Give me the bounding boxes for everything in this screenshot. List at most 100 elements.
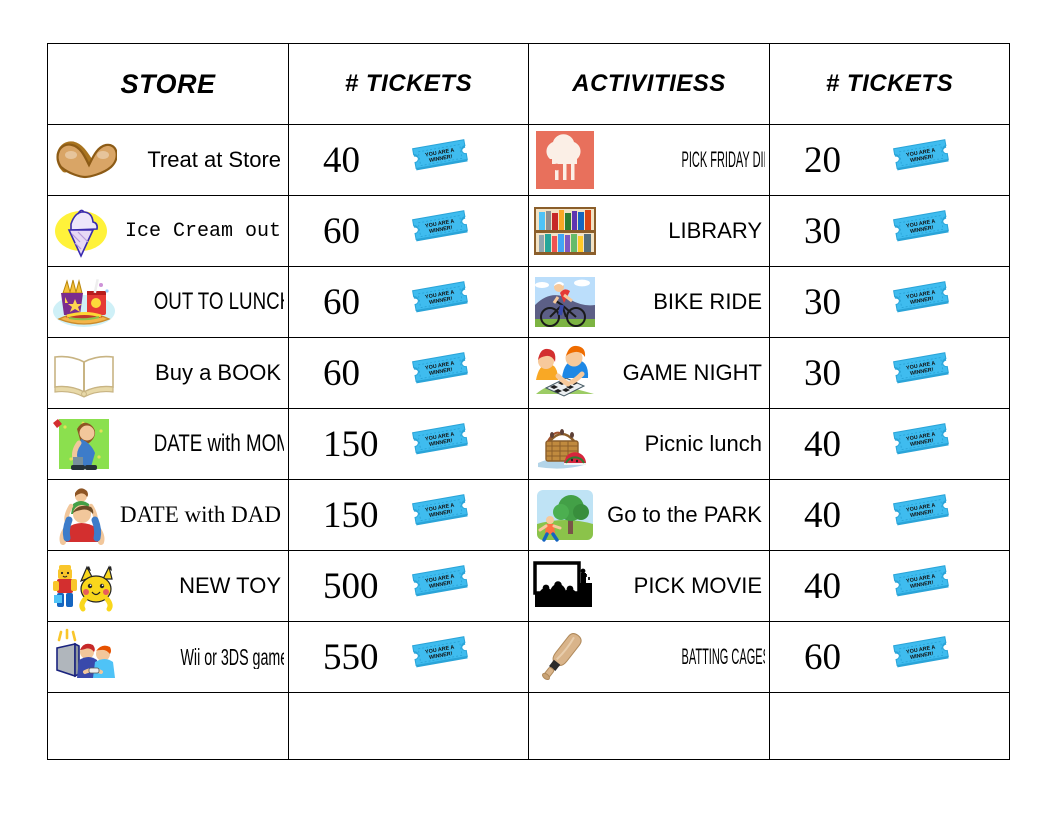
store-cell[interactable]: DATE with MOM bbox=[47, 408, 289, 480]
winner-ticket-icon: YOU ARE A WINNER! bbox=[407, 207, 475, 255]
activity-ticket-count: 30 bbox=[804, 352, 841, 394]
winner-ticket-icon: YOU ARE A WINNER! bbox=[407, 420, 475, 468]
store-item-label: DATE with DAD bbox=[120, 502, 281, 527]
winner-ticket-icon: YOU ARE A WINNER! bbox=[407, 491, 475, 539]
table-row: NEW TOY 500 YOU ARE A WINNER! PICK MOVIE… bbox=[47, 550, 1010, 622]
header-store-tickets-label: # TICKETS bbox=[344, 70, 473, 97]
video-game-console-icon bbox=[51, 626, 117, 688]
header-activities-tickets: # TICKETS bbox=[769, 43, 1010, 125]
activity-tickets-cell[interactable]: 30 YOU ARE A WINNER! bbox=[769, 266, 1010, 338]
store-item-label: NEW TOY bbox=[179, 574, 281, 598]
store-ticket-count: 60 bbox=[323, 281, 360, 323]
store-tickets-cell[interactable]: 40 YOU ARE A WINNER! bbox=[288, 124, 529, 196]
empty-store-tickets-cell[interactable] bbox=[288, 692, 529, 760]
activity-item-label: Go to the PARK bbox=[607, 503, 762, 527]
activity-ticket-count: 40 bbox=[804, 565, 841, 607]
activity-cell[interactable]: BIKE RIDE bbox=[528, 266, 770, 338]
winner-ticket-icon: YOU ARE A WINNER! bbox=[888, 349, 956, 397]
open-book-icon bbox=[51, 342, 117, 404]
winner-ticket-icon: YOU ARE A WINNER! bbox=[407, 136, 475, 184]
store-tickets-cell[interactable]: 150 YOU ARE A WINNER! bbox=[288, 408, 529, 480]
store-ticket-count: 40 bbox=[323, 139, 360, 181]
chef-hat-icon bbox=[532, 129, 598, 191]
winner-ticket-icon: YOU ARE A WINNER! bbox=[888, 491, 956, 539]
activity-item-label: Picnic lunch bbox=[644, 432, 762, 456]
store-tickets-cell[interactable]: 60 YOU ARE A WINNER! bbox=[288, 266, 529, 338]
bookshelf-icon bbox=[532, 200, 598, 262]
store-item-label: Wii or 3DS game bbox=[180, 644, 284, 670]
empty-store-cell[interactable] bbox=[47, 692, 289, 760]
activity-cell[interactable]: PICK FRIDAY DINNER bbox=[528, 124, 770, 196]
activity-item-label: BIKE RIDE bbox=[653, 290, 762, 314]
store-ticket-count: 60 bbox=[323, 352, 360, 394]
store-cell[interactable]: Treat at Store bbox=[47, 124, 289, 196]
store-cell[interactable]: DATE with DAD bbox=[47, 479, 289, 551]
header-activities-tickets-label: # TICKETS bbox=[825, 70, 954, 97]
activity-item-label: PICK MOVIE bbox=[633, 574, 762, 598]
store-tickets-cell[interactable]: 60 YOU ARE A WINNER! bbox=[288, 195, 529, 267]
table-body: Treat at Store 40 YOU ARE A WINNER! PICK… bbox=[47, 124, 1010, 760]
table-row: DATE with MOM 150 YOU ARE A WINNER! Picn… bbox=[47, 408, 1010, 480]
winner-ticket-icon: YOU ARE A WINNER! bbox=[888, 420, 956, 468]
activity-item-label: BATTING CAGES bbox=[681, 645, 766, 669]
toys-lego-pikachu-icon bbox=[51, 555, 117, 617]
empty-activity-cell[interactable] bbox=[528, 692, 770, 760]
activity-cell[interactable]: Picnic lunch bbox=[528, 408, 770, 480]
fast-food-icon bbox=[51, 271, 117, 333]
winner-ticket-icon: YOU ARE A WINNER! bbox=[888, 562, 956, 610]
empty-activity-tickets-cell[interactable] bbox=[769, 692, 1010, 760]
activity-ticket-count: 30 bbox=[804, 210, 841, 252]
table-row: Buy a BOOK 60 YOU ARE A WINNER! GAME NIG… bbox=[47, 337, 1010, 409]
activity-item-label: LIBRARY bbox=[668, 219, 762, 243]
activity-tickets-cell[interactable]: 40 YOU ARE A WINNER! bbox=[769, 550, 1010, 622]
table-row: Wii or 3DS game 550 YOU ARE A WINNER! BA… bbox=[47, 621, 1010, 693]
winner-ticket-icon: YOU ARE A WINNER! bbox=[407, 562, 475, 610]
activity-ticket-count: 20 bbox=[804, 139, 841, 181]
store-item-label: DATE with MOM bbox=[153, 431, 284, 457]
table-row: OUT TO LUNCH 60 YOU ARE A WINNER! BIKE R… bbox=[47, 266, 1010, 338]
dad-and-child-icon bbox=[51, 484, 117, 546]
activity-cell[interactable]: GAME NIGHT bbox=[528, 337, 770, 409]
activity-cell[interactable]: LIBRARY bbox=[528, 195, 770, 267]
store-cell[interactable]: Buy a BOOK bbox=[47, 337, 289, 409]
reward-chart-table: STORE # TICKETS ACTIVITIESS # TICKETS Tr… bbox=[47, 43, 1010, 760]
park-tree-icon bbox=[532, 484, 598, 546]
pretzel-icon bbox=[51, 129, 117, 191]
store-ticket-count: 60 bbox=[323, 210, 360, 252]
store-item-label: Treat at Store bbox=[147, 148, 281, 172]
ice-cream-cone-icon bbox=[51, 200, 117, 262]
table-row: Treat at Store 40 YOU ARE A WINNER! PICK… bbox=[47, 124, 1010, 196]
activity-cell[interactable]: BATTING CAGES bbox=[528, 621, 770, 693]
store-tickets-cell[interactable]: 550 YOU ARE A WINNER! bbox=[288, 621, 529, 693]
activity-tickets-cell[interactable]: 30 YOU ARE A WINNER! bbox=[769, 337, 1010, 409]
header-activities: ACTIVITIESS bbox=[528, 43, 770, 125]
store-cell[interactable]: Ice Cream out bbox=[47, 195, 289, 267]
activity-tickets-cell[interactable]: 40 YOU ARE A WINNER! bbox=[769, 479, 1010, 551]
worksheet-page: STORE # TICKETS ACTIVITIESS # TICKETS Tr… bbox=[0, 0, 1056, 816]
activity-tickets-cell[interactable]: 20 YOU ARE A WINNER! bbox=[769, 124, 1010, 196]
activity-tickets-cell[interactable]: 60 YOU ARE A WINNER! bbox=[769, 621, 1010, 693]
activity-item-label: GAME NIGHT bbox=[622, 361, 762, 385]
activity-cell[interactable]: Go to the PARK bbox=[528, 479, 770, 551]
store-tickets-cell[interactable]: 500 YOU ARE A WINNER! bbox=[288, 550, 529, 622]
winner-ticket-icon: YOU ARE A WINNER! bbox=[407, 349, 475, 397]
store-cell[interactable]: NEW TOY bbox=[47, 550, 289, 622]
header-store: STORE bbox=[47, 43, 289, 125]
store-tickets-cell[interactable]: 150 YOU ARE A WINNER! bbox=[288, 479, 529, 551]
store-cell[interactable]: OUT TO LUNCH bbox=[47, 266, 289, 338]
activity-ticket-count: 40 bbox=[804, 494, 841, 536]
table-row: Ice Cream out 60 YOU ARE A WINNER! LIBRA… bbox=[47, 195, 1010, 267]
table-row-empty bbox=[47, 692, 1010, 760]
activity-tickets-cell[interactable]: 40 YOU ARE A WINNER! bbox=[769, 408, 1010, 480]
picnic-basket-icon bbox=[532, 413, 598, 475]
table-header-row: STORE # TICKETS ACTIVITIESS # TICKETS bbox=[47, 43, 1010, 125]
header-store-label: STORE bbox=[120, 68, 216, 99]
store-cell[interactable]: Wii or 3DS game bbox=[47, 621, 289, 693]
activity-tickets-cell[interactable]: 30 YOU ARE A WINNER! bbox=[769, 195, 1010, 267]
winner-ticket-icon: YOU ARE A WINNER! bbox=[407, 278, 475, 326]
winner-ticket-icon: YOU ARE A WINNER! bbox=[888, 207, 956, 255]
store-tickets-cell[interactable]: 60 YOU ARE A WINNER! bbox=[288, 337, 529, 409]
store-ticket-count: 150 bbox=[323, 423, 379, 465]
activity-ticket-count: 40 bbox=[804, 423, 841, 465]
activity-cell[interactable]: PICK MOVIE bbox=[528, 550, 770, 622]
